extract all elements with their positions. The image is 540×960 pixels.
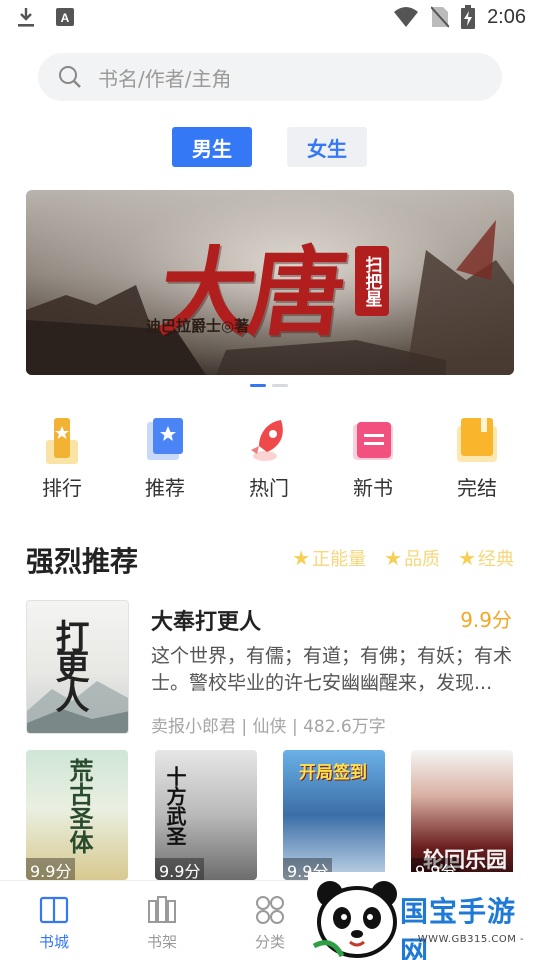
section-title: 强烈推荐 — [26, 545, 139, 578]
quick-nav-new[interactable]: 新书 — [331, 414, 415, 504]
book-cover[interactable]: 十方武圣 9.9分 — [155, 750, 257, 880]
rocket-icon — [251, 420, 283, 461]
search-input[interactable]: 书名/作者/主角 — [38, 53, 502, 101]
banner-carousel[interactable]: 大唐 迪巴拉爵士◎著 — [26, 190, 514, 375]
watermark-url: - WWW.GB315.COM - — [410, 934, 525, 945]
featured-book-description: 这个世界，有儒；有道；有佛；有妖；有术士。警校毕业的许七安幽幽醒来，发现... — [151, 645, 513, 694]
featured-book-cover[interactable]: 打更人 — [26, 600, 129, 734]
category-icon — [256, 896, 284, 924]
carousel-dot-active — [250, 384, 266, 387]
cover-score: 9.9分 — [155, 858, 205, 880]
status-bar: A 2:06 — [0, 0, 540, 36]
tag-label: 正能量 — [312, 549, 367, 570]
nav-label: 书城 — [38, 933, 69, 951]
tag-label: 经典 — [478, 549, 514, 570]
featured-book-title[interactable]: 大奉打更人 — [151, 604, 261, 636]
cover-title: 开局签到 — [299, 763, 367, 783]
panda-logo-icon — [312, 881, 397, 958]
status-time: 2:06 — [487, 5, 526, 28]
search-icon — [59, 66, 81, 88]
nav-category[interactable]: 分类 — [235, 893, 305, 957]
nav-label: 分类 — [254, 933, 285, 951]
quick-nav-hot[interactable]: 热门 — [227, 414, 311, 504]
book-cover[interactable]: 轮回乐园 9.9分 — [411, 750, 513, 880]
bookstore-icon — [39, 896, 69, 924]
nav-label: 书架 — [146, 933, 177, 951]
rank-icon — [46, 418, 78, 464]
recommend-icon — [147, 418, 183, 460]
completed-icon — [457, 418, 497, 462]
battery-icon — [461, 5, 476, 29]
quick-nav-label: 新书 — [353, 476, 393, 500]
quick-nav-label: 推荐 — [145, 476, 185, 500]
book-cover[interactable]: 开局签到 9.9分 — [283, 750, 385, 880]
no-sim-icon — [431, 6, 450, 28]
cover-title: 荒古圣体 — [65, 758, 94, 854]
featured-book-meta: 卖报小郎君 | 仙侠 | 482.6万字 — [151, 717, 386, 737]
tag-quality[interactable]: ★ 品质 — [384, 545, 440, 571]
cover-title: 打更人 — [49, 619, 89, 709]
wifi-icon — [394, 7, 419, 27]
carousel-indicator — [250, 384, 288, 387]
book-cover[interactable]: 荒古圣体 9.9分 — [26, 750, 128, 880]
carousel-dot — [272, 384, 288, 387]
quick-nav-rank[interactable]: 排行 — [20, 414, 104, 504]
featured-book-score: 9.9分 — [460, 608, 512, 632]
search-placeholder: 书名/作者/主角 — [98, 66, 232, 91]
star-icon: ★ — [384, 546, 403, 570]
download-icon — [18, 8, 34, 27]
new-book-icon — [353, 422, 393, 460]
tab-female[interactable]: 女生 — [287, 127, 367, 167]
banner-seal: 扫把星 — [355, 246, 389, 316]
text-notification-icon: A — [56, 8, 74, 26]
tag-label: 品质 — [404, 549, 441, 570]
bookshelf-icon — [148, 896, 176, 923]
svg-text:A: A — [61, 11, 70, 25]
cover-title: 十方武圣 — [163, 766, 187, 846]
screen: A 2:06 书名/作者/主角 男生 女生 大唐 迪巴拉爵士◎著 扫把星 排行 … — [0, 0, 540, 960]
quick-nav-recommend[interactable]: 推荐 — [123, 414, 207, 504]
quick-nav-label: 完结 — [457, 476, 497, 500]
section-tags: ★ 正能量 ★ 品质 ★ 经典 — [292, 545, 514, 571]
star-icon: ★ — [292, 546, 311, 570]
nav-bookshelf[interactable]: 书架 — [127, 893, 197, 957]
watermark-text: 国宝手游网 — [400, 895, 517, 960]
tab-male[interactable]: 男生 — [172, 127, 252, 167]
banner-author: 迪巴拉爵士◎著 — [146, 317, 250, 335]
cover-score: 9.9分 — [26, 858, 76, 880]
star-icon: ★ — [458, 546, 476, 570]
quick-nav-label: 热门 — [249, 476, 289, 500]
quick-nav-label: 排行 — [42, 476, 82, 500]
quick-nav: 排行 推荐 热门 新书 完结 — [0, 414, 540, 504]
watermark: 国宝手游网 - WWW.GB315.COM - — [308, 872, 540, 960]
quick-nav-completed[interactable]: 完结 — [435, 414, 519, 504]
tag-positive[interactable]: ★ 正能量 — [292, 545, 366, 571]
nav-bookstore[interactable]: 书城 — [19, 893, 89, 957]
tag-classic[interactable]: ★ 经典 — [458, 545, 514, 571]
